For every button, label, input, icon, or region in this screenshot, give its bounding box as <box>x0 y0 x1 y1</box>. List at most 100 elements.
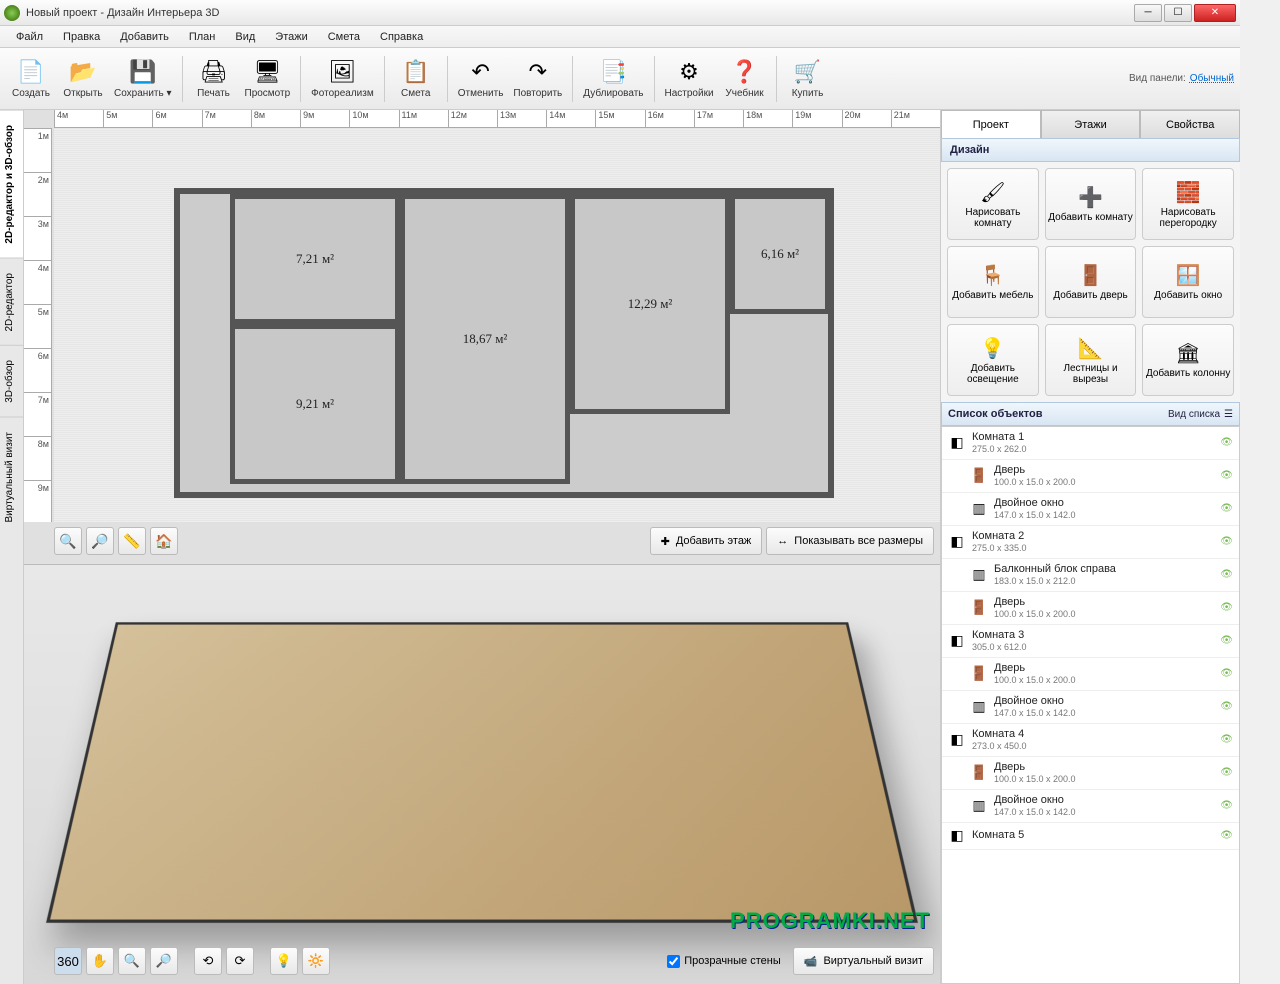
object-item-door[interactable]: 🚪Дверь100.0 x 15.0 x 200.0👁 <box>942 658 1239 691</box>
zoom-out-icon[interactable]: 🔍 <box>54 527 82 555</box>
maximize-button[interactable]: ☐ <box>1164 4 1192 22</box>
measure-icon[interactable]: 📏 <box>118 527 146 555</box>
object-item-door[interactable]: 🚪Дверь100.0 x 15.0 x 200.0👁 <box>942 592 1239 625</box>
menu-Смета[interactable]: Смета <box>318 28 370 46</box>
toolbar-undo[interactable]: ↶Отменить <box>454 51 508 107</box>
toolbar-buy[interactable]: 🛒Купить <box>783 51 833 107</box>
left-tab-3[interactable]: Виртуальный визит <box>0 417 23 537</box>
visibility-icon[interactable]: 👁 <box>1220 602 1233 613</box>
transparent-walls-input[interactable] <box>667 955 680 968</box>
object-item-room[interactable]: ◧Комната 3305.0 x 612.0👁 <box>942 625 1239 658</box>
toolbar-photo[interactable]: 🖼Фотореализм <box>307 51 378 107</box>
room[interactable]: 9,21 м² <box>230 324 400 484</box>
room-icon: ◧ <box>948 434 966 452</box>
object-item-window[interactable]: ▥Двойное окно147.0 x 15.0 x 142.0👁 <box>942 790 1239 823</box>
minimize-button[interactable]: ─ <box>1134 4 1162 22</box>
close-button[interactable]: ✕ <box>1194 4 1236 22</box>
right-tab-Проект[interactable]: Проект <box>941 110 1041 138</box>
house-3d-model <box>46 623 918 923</box>
right-tab-Свойства[interactable]: Свойства <box>1140 110 1240 138</box>
design-btn[interactable]: 🏛Добавить колонну <box>1142 324 1234 396</box>
room[interactable]: 6,16 м² <box>730 194 830 314</box>
toolbar-print[interactable]: 🖨Печать <box>189 51 239 107</box>
visibility-icon[interactable]: 👁 <box>1220 701 1233 712</box>
object-list-header: Список объектов Вид списка ☰ <box>941 402 1240 426</box>
menu-Справка[interactable]: Справка <box>370 28 433 46</box>
menu-План[interactable]: План <box>179 28 226 46</box>
plan-2d-area[interactable]: 4м5м6м7м8м9м10м11м12м13м14м15м16м17м18м1… <box>24 110 940 564</box>
visibility-icon[interactable]: 👁 <box>1220 503 1233 514</box>
right-tab-Этажи[interactable]: Этажи <box>1041 110 1141 138</box>
visibility-icon[interactable]: 👁 <box>1220 437 1233 448</box>
object-item-room[interactable]: ◧Комната 2275.0 x 335.0👁 <box>942 526 1239 559</box>
visibility-icon[interactable]: 👁 <box>1220 536 1233 547</box>
floorplan-canvas[interactable]: 7,21 м²9,21 м²18,67 м²12,29 м²6,16 м² <box>54 128 940 522</box>
zoom-in-icon[interactable]: 🔎 <box>86 527 114 555</box>
visibility-icon[interactable]: 👁 <box>1220 668 1233 679</box>
reset-view-icon[interactable]: ⟳ <box>226 947 254 975</box>
toolbar-redo[interactable]: ↷Повторить <box>509 51 566 107</box>
room[interactable]: 18,67 м² <box>400 194 570 484</box>
menu-Файл[interactable]: Файл <box>6 28 53 46</box>
light-icon[interactable]: 💡 <box>270 947 298 975</box>
object-item-door[interactable]: 🚪Дверь100.0 x 15.0 x 200.0👁 <box>942 460 1239 493</box>
toolbar-new[interactable]: 📄Создать <box>6 51 56 107</box>
rotate-icon[interactable]: ⟲ <box>194 947 222 975</box>
pan-icon[interactable]: ✋ <box>86 947 114 975</box>
transparent-walls-checkbox[interactable]: Прозрачные стены <box>667 955 780 968</box>
design-btn[interactable]: 🪑Добавить мебель <box>947 246 1039 318</box>
toolbar-preview[interactable]: 🖥Просмотр <box>241 51 295 107</box>
toolbar-dup[interactable]: 📑Дублировать <box>579 51 647 107</box>
object-item-door[interactable]: 🚪Дверь100.0 x 15.0 x 200.0👁 <box>942 757 1239 790</box>
add-floor-button[interactable]: ✚Добавить этаж <box>650 527 763 555</box>
menu-Правка[interactable]: Правка <box>53 28 110 46</box>
visibility-icon[interactable]: 👁 <box>1220 734 1233 745</box>
room-icon: ◧ <box>948 533 966 551</box>
object-item-window[interactable]: ▥Балконный блок справа183.0 x 15.0 x 212… <box>942 559 1239 592</box>
visibility-icon[interactable]: 👁 <box>1220 569 1233 580</box>
object-item-room[interactable]: ◧Комната 5👁 <box>942 823 1239 850</box>
object-item-window[interactable]: ▥Двойное окно147.0 x 15.0 x 142.0👁 <box>942 493 1239 526</box>
design-btn[interactable]: 💡Добавить освещение <box>947 324 1039 396</box>
design-btn[interactable]: ➕Добавить комнату <box>1045 168 1137 240</box>
view-mode-link[interactable]: Обычный <box>1190 73 1234 84</box>
orbit-icon[interactable]: 360 <box>54 947 82 975</box>
left-tab-0[interactable]: 2D-редактор и 3D-обзор <box>0 110 23 258</box>
left-tab-2[interactable]: 3D-обзор <box>0 345 23 417</box>
design-btn[interactable]: 📐Лестницы и вырезы <box>1045 324 1137 396</box>
room[interactable]: 7,21 м² <box>230 194 400 324</box>
design-btn[interactable]: 🚪Добавить дверь <box>1045 246 1137 318</box>
object-item-window[interactable]: ▥Двойное окно147.0 x 15.0 x 142.0👁 <box>942 691 1239 724</box>
new-icon: 📄 <box>17 58 45 86</box>
app-icon <box>4 5 20 21</box>
visibility-icon[interactable]: 👁 <box>1220 800 1233 811</box>
menu-Вид[interactable]: Вид <box>225 28 265 46</box>
design-btn[interactable]: 🧱Нарисовать перегородку <box>1142 168 1234 240</box>
toolbar-help[interactable]: ❓Учебник <box>720 51 770 107</box>
design-btn[interactable]: 🪟Добавить окно <box>1142 246 1234 318</box>
left-tab-1[interactable]: 2D-редактор <box>0 258 23 346</box>
design-btn[interactable]: 🖌Нарисовать комнату <box>947 168 1039 240</box>
menu-Этажи[interactable]: Этажи <box>265 28 317 46</box>
zoom-in-3d-icon[interactable]: 🔎 <box>150 947 178 975</box>
visibility-icon[interactable]: 👁 <box>1220 635 1233 646</box>
toolbar-estimate[interactable]: 📋Смета <box>391 51 441 107</box>
list-view-toggle[interactable]: Вид списка ☰ <box>1168 409 1233 420</box>
toolbar-open[interactable]: 📂Открыть <box>58 51 108 107</box>
show-dimensions-button[interactable]: ↔Показывать все размеры <box>766 527 934 555</box>
bulb-icon[interactable]: 🔆 <box>302 947 330 975</box>
object-item-room[interactable]: ◧Комната 4273.0 x 450.0👁 <box>942 724 1239 757</box>
visibility-icon[interactable]: 👁 <box>1220 767 1233 778</box>
object-item-room[interactable]: ◧Комната 1275.0 x 262.0👁 <box>942 427 1239 460</box>
zoom-out-3d-icon[interactable]: 🔍 <box>118 947 146 975</box>
virtual-visit-button[interactable]: 📹Виртуальный визит <box>793 947 934 975</box>
toolbar-settings[interactable]: ⚙Настройки <box>661 51 718 107</box>
ruler-vertical: 1м2м3м4м5м6м7м8м9м <box>24 128 52 522</box>
visibility-icon[interactable]: 👁 <box>1220 470 1233 481</box>
object-list[interactable]: ◧Комната 1275.0 x 262.0👁🚪Дверь100.0 x 15… <box>941 426 1240 984</box>
home-icon[interactable]: 🏠 <box>150 527 178 555</box>
menu-Добавить[interactable]: Добавить <box>110 28 179 46</box>
room[interactable]: 12,29 м² <box>570 194 730 414</box>
visibility-icon[interactable]: 👁 <box>1220 830 1233 841</box>
toolbar-save[interactable]: 💾Сохранить ▾ <box>110 51 176 107</box>
